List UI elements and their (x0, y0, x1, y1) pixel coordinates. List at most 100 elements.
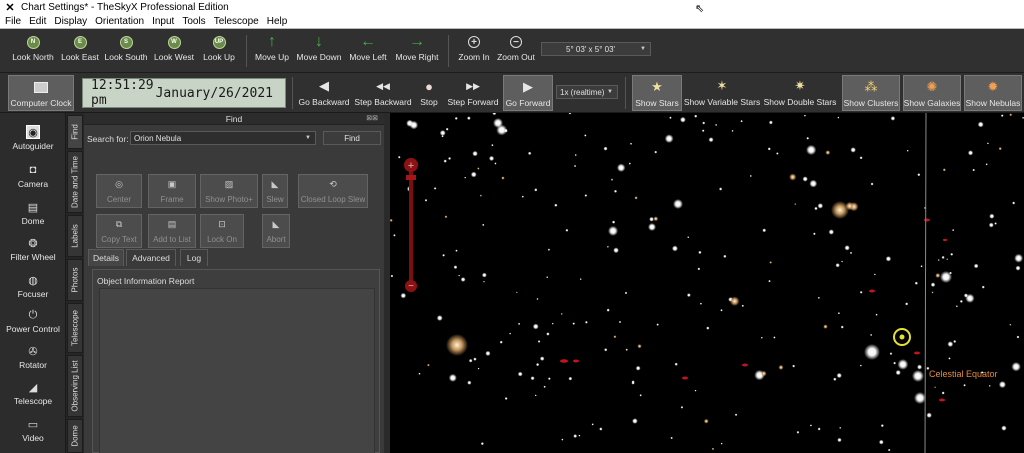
move-right-button[interactable]: → Move Right (394, 29, 440, 62)
show-double-stars-button[interactable]: ✷ Show Double Stars (762, 75, 838, 111)
show-galaxies-button[interactable]: ✺ Show Galaxies (903, 75, 961, 111)
star (390, 218, 393, 222)
search-input[interactable]: Orion Nebula ▼ (130, 131, 316, 145)
abort-button[interactable]: ◣ Abort (262, 214, 290, 248)
add-to-list-button[interactable]: ▤ Add to List (148, 214, 196, 248)
look-up-button[interactable]: UP Look Up (201, 29, 237, 62)
report-text-area[interactable] (99, 288, 375, 453)
star (584, 194, 588, 197)
star (895, 369, 901, 376)
sidebar-item-dome[interactable]: ▤ Dome (0, 200, 66, 227)
star (711, 447, 715, 451)
star (424, 198, 428, 202)
star (671, 245, 678, 252)
slew-icon: ◣ (271, 178, 279, 189)
zoom-out-button[interactable]: − Zoom Out (497, 29, 535, 62)
device-sidebar: ◉ Autoguider ◘ Camera ▤ Dome ❂ Filter Wh… (0, 113, 66, 453)
target-reticle-icon[interactable] (893, 328, 911, 346)
star (836, 372, 842, 379)
star (397, 155, 401, 159)
tab-log[interactable]: Log (180, 249, 208, 266)
tab-date-and-time[interactable]: Date and Time (67, 151, 83, 213)
frame-button[interactable]: ▣ Frame (148, 174, 196, 208)
star (442, 253, 445, 257)
lock-on-button[interactable]: ⊡ Lock On (200, 214, 244, 248)
field-of-view-select[interactable]: 5° 03' x 5° 03' ▼ (541, 42, 651, 56)
computer-clock-button[interactable]: Computer Clock (8, 75, 74, 111)
star (481, 272, 487, 278)
zoom-in-button[interactable]: + Zoom In (456, 29, 492, 62)
menu-tools[interactable]: Tools (182, 16, 205, 27)
show-variable-stars-button[interactable]: ✶ Show Variable Stars (684, 75, 760, 111)
star (611, 220, 616, 224)
copy-text-button[interactable]: ⧉ Copy Text (96, 214, 142, 248)
look-north-button[interactable]: N Look North (10, 29, 56, 62)
star (464, 176, 467, 179)
go-forward-button[interactable]: ▶ Go Forward (503, 75, 553, 111)
star (889, 352, 893, 356)
chevron-down-icon: ▼ (305, 135, 311, 141)
panel-pin-close-icon[interactable]: ⊠⊠ (366, 114, 378, 122)
go-backward-button[interactable]: ◀ Go Backward (298, 75, 350, 111)
star (504, 397, 508, 400)
star (473, 357, 477, 361)
step-forward-button[interactable]: ▶▶ Step Forward (446, 75, 500, 111)
move-down-button[interactable]: ↓ Move Down (296, 29, 342, 62)
tab-find[interactable]: Find (67, 115, 83, 149)
star (479, 194, 482, 197)
tab-telescope[interactable]: Telescope (67, 303, 83, 353)
sidebar-item-video[interactable]: ▭ Video (0, 417, 66, 444)
zoom-slider[interactable]: + − (404, 158, 418, 292)
closed-loop-slew-button[interactable]: ⟲ Closed Loop Slew (298, 174, 368, 208)
time-rate-select[interactable]: 1x (realtime) ▼ (556, 85, 618, 99)
star (578, 434, 581, 437)
look-west-button[interactable]: W Look West (152, 29, 196, 62)
sidebar-item-camera[interactable]: ◘ Camera (0, 163, 66, 189)
slew-button[interactable]: ◣ Slew (262, 174, 288, 208)
menu-orientation[interactable]: Orientation (95, 16, 144, 27)
menu-input[interactable]: Input (152, 16, 174, 27)
tab-photos[interactable]: Photos (67, 259, 83, 301)
sidebar-item-telescope[interactable]: ◢ Telescope (0, 380, 66, 407)
sky-chart[interactable]: + − Celestial Equator (390, 113, 1024, 453)
star (1000, 114, 1004, 117)
star (828, 229, 835, 235)
tab-observing-list[interactable]: Observing List (67, 355, 83, 417)
move-left-button[interactable]: ← Move Left (347, 29, 389, 62)
tab-details[interactable]: Details (88, 249, 124, 266)
sidebar-item-rotator[interactable]: ✇ Rotator (0, 344, 66, 371)
tab-dome[interactable]: Dome (67, 419, 83, 453)
sidebar-item-power-control[interactable]: ⏻ Power Control (0, 308, 66, 335)
menu-help[interactable]: Help (267, 16, 288, 27)
star (973, 263, 979, 269)
sidebar-item-filter-wheel[interactable]: ❂ Filter Wheel (0, 236, 66, 263)
show-nebulas-button[interactable]: ✹ Show Nebulas (964, 75, 1022, 111)
show-clusters-button[interactable]: ⁂ Show Clusters (842, 75, 900, 111)
star (534, 394, 537, 397)
step-backward-button[interactable]: ◀◀ Step Backward (354, 75, 411, 111)
menu-file[interactable]: File (5, 16, 21, 27)
center-button[interactable]: ◎ Center (96, 174, 142, 208)
menu-telescope[interactable]: Telescope (214, 16, 259, 27)
star (653, 216, 659, 222)
star (560, 312, 563, 316)
show-stars-button[interactable]: ★ Show Stars (632, 75, 682, 111)
sidebar-item-focuser[interactable]: ◍ Focuser (0, 273, 66, 300)
star (703, 418, 709, 424)
find-button[interactable]: Find (323, 131, 381, 145)
tab-labels[interactable]: Labels (67, 215, 83, 257)
show-photo-button[interactable]: ▨ Show Photo+ (200, 174, 258, 208)
tab-advanced[interactable]: Advanced (126, 249, 176, 266)
menu-display[interactable]: Display (54, 16, 87, 27)
menu-edit[interactable]: Edit (29, 16, 46, 27)
power-control-icon: ⏻ (28, 308, 38, 321)
star (631, 381, 635, 385)
look-south-button[interactable]: S Look South (103, 29, 149, 62)
move-up-button[interactable]: ↑ Move Up (254, 29, 290, 62)
star (613, 247, 619, 254)
stop-button[interactable]: ● Stop (416, 75, 442, 111)
star (731, 129, 734, 132)
sidebar-item-autoguider[interactable]: ◉ Autoguider (0, 125, 66, 151)
star (656, 323, 659, 326)
look-east-button[interactable]: E Look East (58, 29, 102, 62)
